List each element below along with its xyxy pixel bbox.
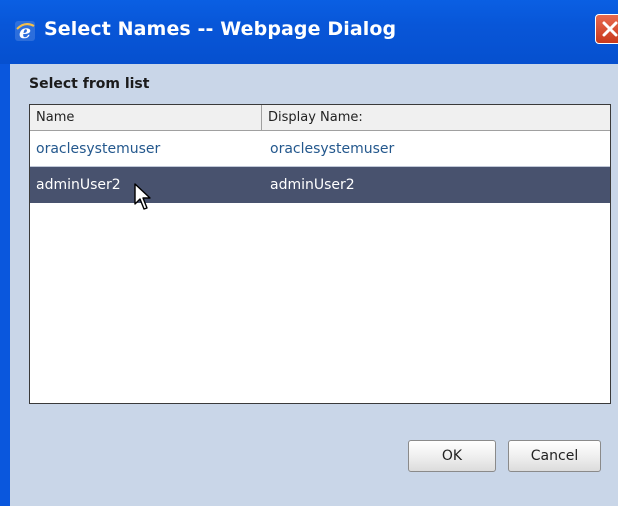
row-name-cell: oraclesystemuser — [36, 141, 161, 157]
window-title: Select Names -- Webpage Dialog — [44, 18, 397, 40]
title-bar[interactable]: e Select Names -- Webpage Dialog — [0, 0, 618, 64]
dialog-body: Select from list Name Display Name: orac… — [10, 64, 618, 506]
select-from-list-label: Select from list — [29, 76, 150, 92]
list-row[interactable]: oraclesystemuser oraclesystemuser — [30, 131, 610, 167]
list-header: Name Display Name: — [30, 105, 610, 131]
mouse-pointer-icon — [134, 183, 151, 210]
row-display-name-cell: oraclesystemuser — [270, 141, 395, 157]
close-icon — [602, 21, 618, 37]
close-button[interactable] — [595, 14, 618, 44]
dialog-window: e Select Names -- Webpage Dialog Select … — [0, 0, 618, 506]
column-header-display-name[interactable]: Display Name: — [262, 105, 610, 130]
column-header-name[interactable]: Name — [30, 105, 262, 130]
names-list[interactable]: Name Display Name: oraclesystemuser orac… — [29, 104, 611, 404]
list-row-selected[interactable]: adminUser2 adminUser2 — [30, 167, 610, 203]
ie-icon: e — [15, 21, 35, 42]
row-display-name-cell: adminUser2 — [270, 177, 355, 193]
row-name-cell: adminUser2 — [36, 177, 121, 193]
cancel-button[interactable]: Cancel — [508, 440, 601, 472]
ok-button[interactable]: OK — [408, 440, 496, 472]
